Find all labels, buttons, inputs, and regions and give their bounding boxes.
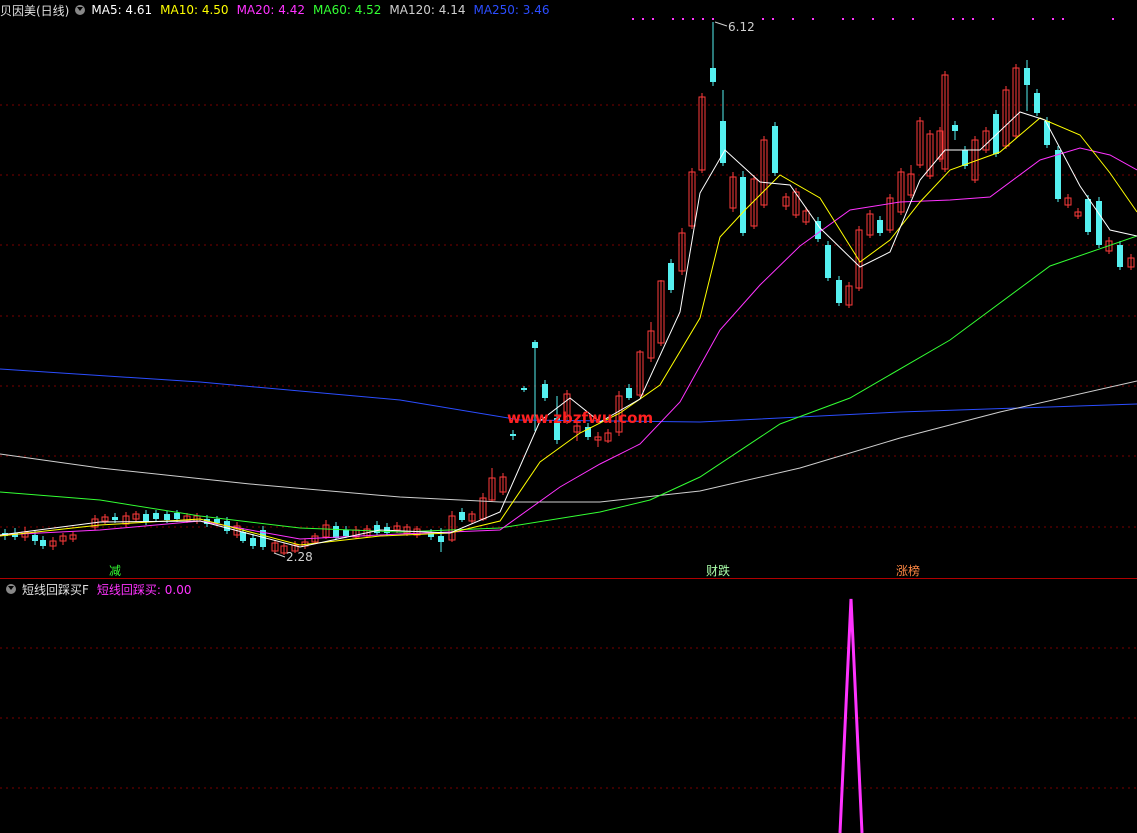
marker-dot — [672, 18, 674, 20]
marker-dot — [1112, 18, 1114, 20]
marker-dot — [812, 18, 814, 20]
low-label: 2.28 — [286, 550, 313, 564]
marker-dot — [1062, 18, 1064, 20]
high-marker — [714, 21, 728, 27]
candle-body — [174, 513, 180, 519]
candle-body — [1085, 199, 1091, 232]
indicator-value: 短线回踩买: 0.00 — [96, 582, 192, 597]
price-chart-panel[interactable]: 贝因美(日线) MA5: 4.61 MA10: 4.50 MA20: 4.42 … — [0, 0, 1137, 579]
marker-dot — [1052, 18, 1054, 20]
marker-dot — [652, 18, 654, 20]
watermark-text: www.zbzfwu.com — [507, 409, 653, 427]
candle-body — [952, 125, 958, 131]
candle-body — [825, 245, 831, 278]
ma20-line — [0, 147, 1137, 540]
candle-body — [626, 388, 632, 398]
signal-label: 财跌 — [706, 563, 730, 578]
marker-dot — [692, 18, 694, 20]
candle-body — [668, 263, 674, 290]
marker-dot — [772, 18, 774, 20]
marker-dot — [702, 18, 704, 20]
candle-body — [772, 126, 778, 173]
marker-dot — [892, 18, 894, 20]
marker-dot — [912, 18, 914, 20]
candle-body — [510, 434, 516, 436]
candle-body — [1024, 68, 1030, 85]
candle-body — [32, 535, 38, 541]
candle-body — [542, 384, 548, 398]
high-label: 6.12 — [728, 20, 755, 34]
candle-body — [153, 513, 159, 519]
marker-dot — [682, 18, 684, 20]
marker-dot — [792, 18, 794, 20]
candle-body — [438, 536, 444, 542]
ma250-value: MA250: 3.46 — [473, 3, 550, 17]
marker-dot — [972, 18, 974, 20]
indicator-legend: 短线回踩买F 短线回踩买: 0.00 — [0, 579, 199, 599]
indicator-toggle-icon[interactable] — [6, 584, 16, 594]
ma10-value: MA10: 4.50 — [160, 3, 229, 17]
candlestick-chart[interactable]: 6.12 2.28 www.zbzfwu.com 减 财跌 涨榜 — [0, 0, 1137, 579]
candle-body — [815, 221, 821, 239]
ma120-value: MA120: 4.14 — [389, 3, 466, 17]
marker-dot — [762, 18, 764, 20]
candle-body — [1117, 245, 1123, 267]
indicator-chart[interactable] — [0, 579, 1137, 833]
indicator-panel[interactable]: 短线回踩买F 短线回踩买: 0.00 — [0, 579, 1137, 833]
marker-dot — [872, 18, 874, 20]
candle-body — [333, 526, 339, 538]
candle-body — [877, 220, 883, 233]
candle-body — [710, 68, 716, 82]
marker-dot — [712, 18, 714, 20]
marker-dot — [842, 18, 844, 20]
candle-body — [343, 530, 349, 536]
candle-body — [240, 532, 246, 541]
ma10-line — [0, 117, 1137, 546]
candle-body — [143, 514, 149, 522]
candle-body — [1034, 93, 1040, 113]
marker-dot — [962, 18, 964, 20]
indicator-title: 短线回踩买F — [22, 582, 89, 597]
candle-body — [740, 177, 746, 233]
candle-body — [532, 342, 538, 348]
candle-body — [250, 538, 256, 546]
stock-title: 贝因美(日线) — [0, 3, 70, 18]
candle-body — [374, 525, 380, 533]
candle-body — [993, 114, 999, 154]
marker-dot — [992, 18, 994, 20]
ma60-line — [0, 235, 1137, 533]
low-marker — [273, 552, 286, 558]
candle-body — [459, 512, 465, 520]
candle-body — [112, 517, 118, 520]
legend-toggle-icon[interactable] — [75, 5, 86, 15]
indicator-spike — [838, 598, 864, 833]
candle-body — [1096, 201, 1102, 245]
candle-body — [836, 280, 842, 303]
marker-dot — [632, 18, 634, 20]
marker-dot — [1032, 18, 1034, 20]
candle-body — [164, 514, 170, 520]
ma5-value: MA5: 4.61 — [91, 3, 153, 17]
candle-body — [1055, 150, 1061, 199]
ma20-value: MA20: 4.42 — [236, 3, 305, 17]
signal-label: 减 — [109, 564, 121, 578]
candle-body — [521, 388, 527, 390]
ma60-value: MA60: 4.52 — [313, 3, 382, 17]
price-legend: 贝因美(日线) MA5: 4.61 MA10: 4.50 MA20: 4.42 … — [0, 0, 558, 20]
signal-label: 涨榜 — [896, 563, 920, 578]
marker-dot — [852, 18, 854, 20]
marker-dot — [642, 18, 644, 20]
candle-body — [40, 540, 46, 546]
marker-dot — [952, 18, 954, 20]
